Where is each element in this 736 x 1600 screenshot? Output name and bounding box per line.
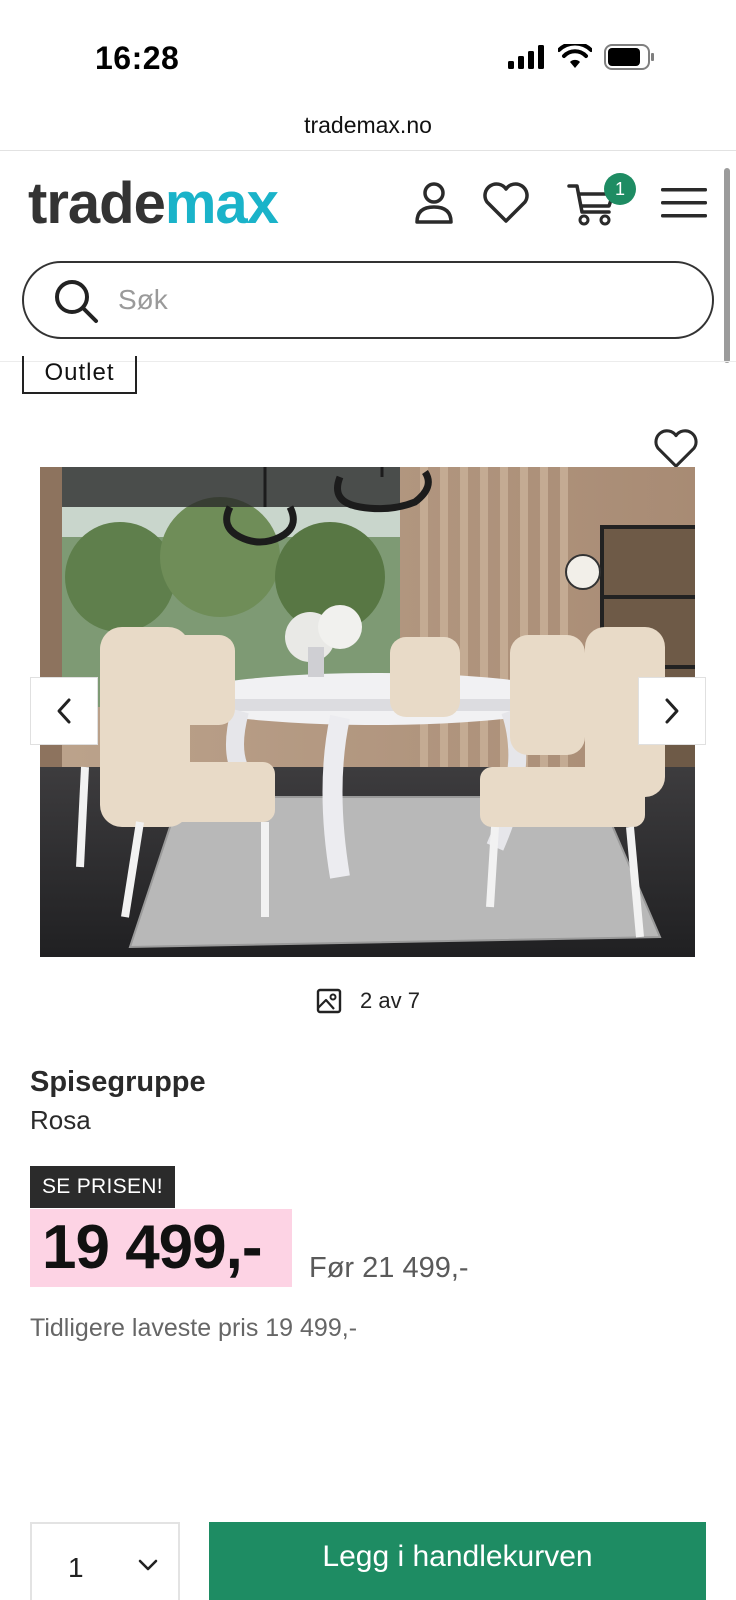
site-header: trademax 1 [0,151,736,361]
product-variant: Rosa [30,1105,91,1135]
status-icons [508,44,656,70]
add-to-cart-button[interactable]: Legg i handlekurven [209,1522,706,1600]
battery-icon [604,44,654,70]
gallery-counter: 2 av 7 [0,988,736,1014]
account-button[interactable] [408,177,460,229]
menu-icon [661,188,707,218]
quantity-select[interactable]: 1 [30,1522,180,1600]
heart-icon [483,182,529,223]
cart-count-badge: 1 [604,173,636,205]
url-bar[interactable]: trademax.no [0,100,736,150]
outlet-tag: Outlet [22,356,137,394]
quantity-value: 1 [68,1552,84,1583]
chevron-left-icon [57,698,71,724]
chevron-right-icon [665,698,679,724]
image-icon [316,988,342,1014]
gallery-prev-button[interactable] [30,677,98,745]
signal-icon [508,45,544,69]
product-price: 19 499,- [42,1213,263,1282]
status-time: 16:28 [95,40,180,76]
gallery-next-button[interactable] [638,677,706,745]
heart-icon [654,429,698,468]
user-icon [415,182,453,224]
dining-set-photo [40,467,695,957]
price-lowest-previous: Tidligere laveste pris 19 499,- [30,1314,358,1342]
price-before: Før 21 499,- [309,1252,469,1284]
wishlist-button[interactable] [480,177,532,229]
chevron-down-icon [138,1559,158,1571]
menu-button[interactable] [658,177,710,229]
trademax-logo[interactable]: trademax [28,169,279,239]
search-bar[interactable] [22,261,714,339]
page-scrollbar[interactable] [724,168,730,363]
wifi-icon [558,44,592,68]
price-campaign-badge: SE PRISEN! [30,1166,175,1208]
search-icon [55,280,98,323]
search-input[interactable] [118,263,678,337]
logo-part-trade: trade [28,171,166,236]
gallery-counter-text: 2 av 7 [360,988,420,1013]
logo-part-max: max [164,171,279,236]
product-image[interactable] [40,467,695,957]
product-name: Spisegruppe [30,1066,206,1098]
price-box: 19 499,- [30,1209,292,1287]
status-bar: 16:28 [0,0,736,110]
